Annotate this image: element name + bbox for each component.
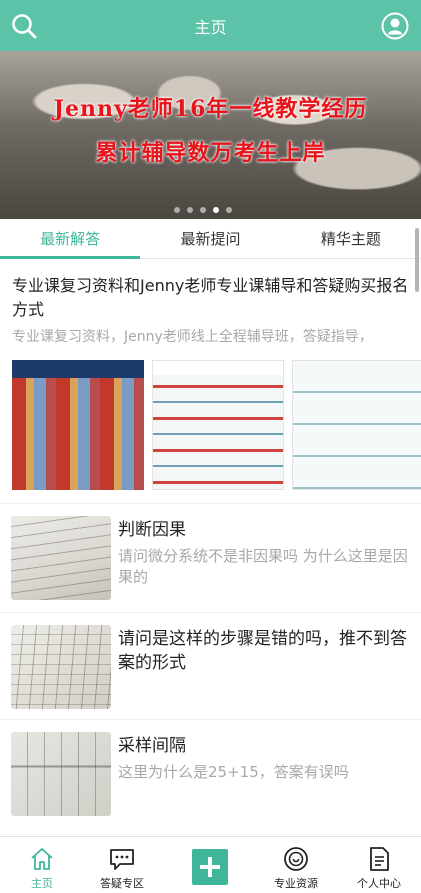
nav-label: 答疑专区 — [100, 877, 144, 890]
tab-latest-questions[interactable]: 最新提问 — [140, 219, 280, 258]
nav-label: 专业资源 — [274, 877, 318, 890]
carousel-dot[interactable] — [226, 207, 232, 213]
nav-qa[interactable]: 答疑专区 — [80, 837, 164, 893]
page-title: 主页 — [194, 18, 227, 37]
list-item[interactable]: 判断因果 请问微分系统不是非因果吗 为什么这里是因果的 — [0, 503, 421, 608]
banner-line-1: Jenny老师16年一线教学经历 — [53, 96, 368, 122]
resource-icon — [284, 847, 308, 871]
tab-featured-topics[interactable]: 精华主题 — [281, 219, 421, 258]
list-item-title: 请问是这样的步骤是错的吗，推不到答案的形式 — [118, 629, 407, 673]
nav-label: 主页 — [31, 877, 53, 890]
list-item-subtitle: 请问微分系统不是非因果吗 为什么这里是因果的 — [118, 547, 408, 586]
question-thumbnail — [11, 625, 111, 709]
user-icon[interactable] — [381, 12, 409, 40]
banner-line-2: 累计辅导数万考生上岸 — [95, 140, 326, 166]
bottom-nav: 主页 答疑专区 专业资源 个人中心 — [0, 836, 421, 893]
featured-post-images — [12, 360, 421, 490]
carousel-dot[interactable] — [200, 207, 206, 213]
featured-post-title: 专业课复习资料和Jenny老师专业课辅导和答疑购买报名方式 — [12, 276, 409, 319]
add-post-button[interactable] — [192, 849, 228, 885]
list-item[interactable]: 请问是这样的步骤是错的吗，推不到答案的形式 — [0, 612, 421, 717]
featured-post-description: 专业课复习资料，Jenny老师线上全程辅导班，答疑指导， — [12, 329, 373, 345]
nav-profile[interactable]: 个人中心 — [337, 837, 421, 893]
post-image[interactable] — [152, 360, 284, 490]
tab-bar: 最新解答 最新提问 精华主题 — [0, 219, 421, 259]
carousel-dots — [174, 207, 232, 213]
nav-home[interactable]: 主页 — [0, 837, 84, 893]
list-item-title: 判断因果 — [118, 520, 186, 540]
question-thumbnail — [11, 516, 111, 600]
home-icon — [31, 848, 53, 870]
list-item-title: 采样间隔 — [118, 736, 186, 756]
featured-post[interactable]: 专业课复习资料和Jenny老师专业课辅导和答疑购买报名方式 专业课复习资料，Je… — [0, 262, 421, 490]
carousel-dot[interactable] — [187, 207, 193, 213]
tab-latest-answers[interactable]: 最新解答 — [0, 219, 141, 259]
list-item-subtitle: 这里为什么是25+15，答案有误吗 — [118, 763, 349, 781]
banner-carousel[interactable]: Jenny老师16年一线教学经历 累计辅导数万考生上岸 — [0, 51, 421, 219]
list-item[interactable]: 采样间隔 这里为什么是25+15，答案有误吗 — [0, 719, 421, 824]
chat-icon — [110, 849, 134, 870]
nav-resources[interactable]: 专业资源 — [254, 837, 338, 893]
top-bar: 主页 — [0, 0, 421, 51]
nav-label: 个人中心 — [357, 877, 401, 890]
carousel-dot[interactable] — [174, 207, 180, 213]
post-image[interactable] — [12, 360, 144, 490]
profile-icon — [370, 847, 389, 871]
post-image[interactable] — [292, 360, 421, 490]
question-thumbnail — [11, 732, 111, 816]
carousel-dot-active[interactable] — [213, 207, 219, 213]
